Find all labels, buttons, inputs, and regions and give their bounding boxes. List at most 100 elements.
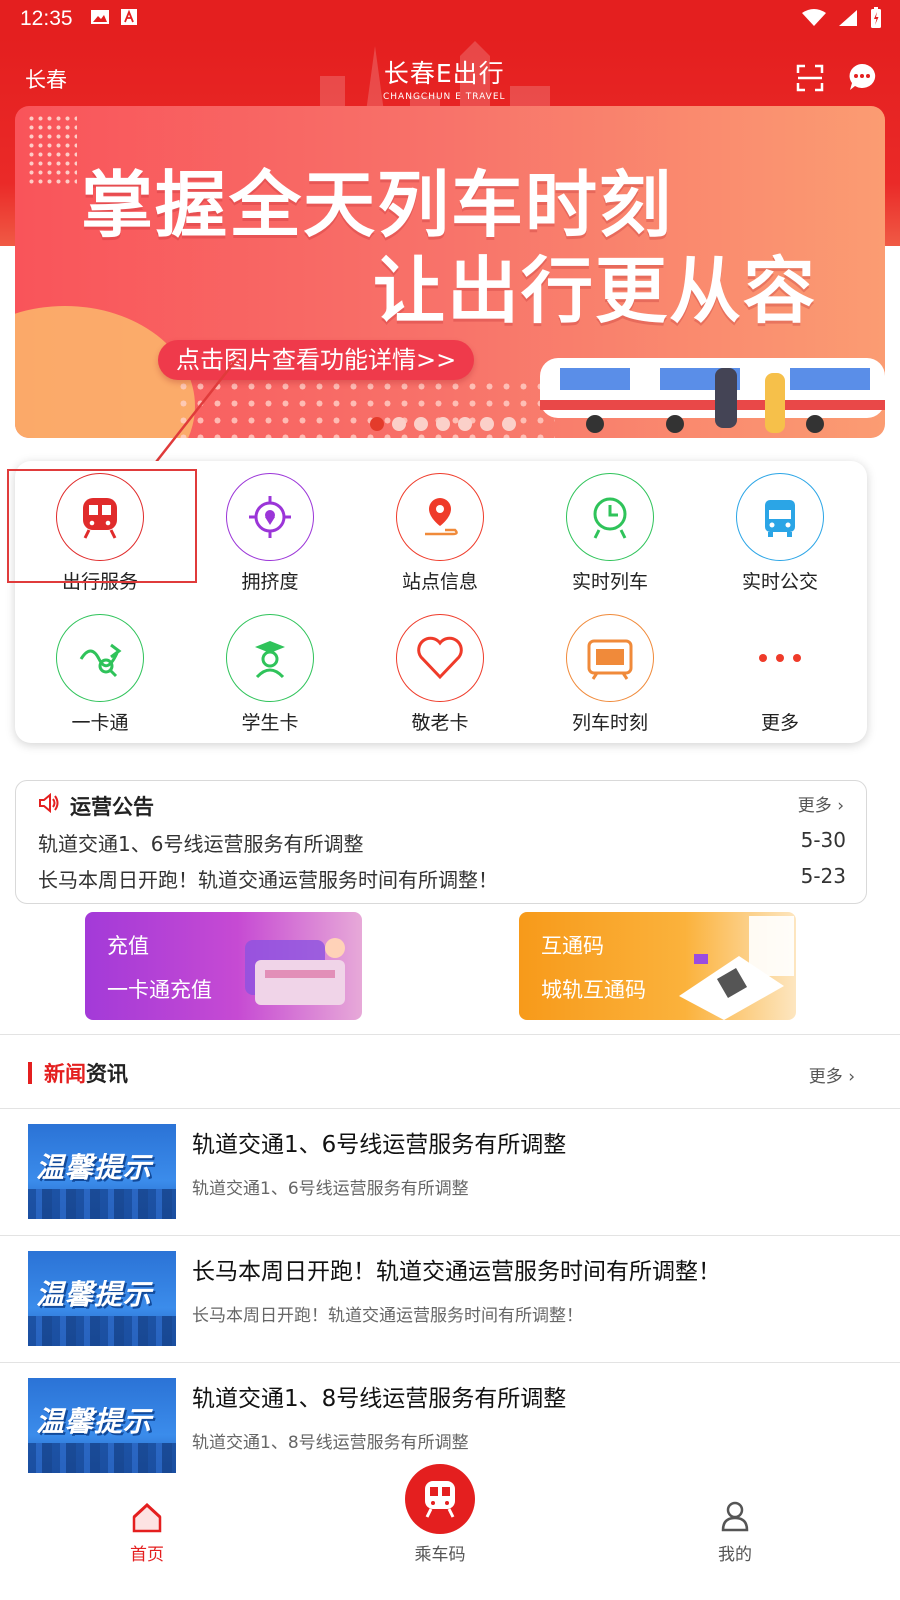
home-icon [132,1502,162,1533]
app-header: 长春 长春E出行 CHANGCHUN E TRAVEL [0,36,900,116]
news-summary: 轨道交通1、8号线运营服务有所调整 [192,1433,469,1453]
news-summary: 轨道交通1、6号线运营服务有所调整 [192,1179,469,1199]
news-title: 长马本周日开跑！轨道交通运营服务时间有所调整！ [192,1259,721,1285]
service-timetable[interactable]: 列车时刻 [535,602,685,734]
train-icon [425,1481,455,1518]
pagination-dot[interactable] [436,417,450,431]
recharge-card[interactable]: 充值 一卡通充值 [85,912,362,1020]
service-realtime-bus[interactable]: 实时公交 [705,461,855,593]
pagination-dot[interactable] [370,417,384,431]
news-title-black: 资讯 [86,1062,128,1086]
nav-label: 首页 [130,1545,164,1565]
train-illustration [540,358,885,433]
speaker-icon [39,793,59,813]
more-label: 更多 [808,1067,843,1087]
service-label: 实时列车 [571,571,648,593]
announcement-date: 5-30 [800,828,846,852]
announcement-text: 轨道交通1、6号线运营服务有所调整 [38,832,364,856]
service-label: 敬老卡 [411,712,469,734]
news-section-title: 新闻资讯 [28,1058,128,1088]
wifi-icon [802,9,826,26]
nav-label: 乘车码 [414,1545,466,1565]
thumbnail-text: 温馨提示 [36,1405,153,1438]
image-notification-icon [91,10,109,24]
news-title: 轨道交通1、6号线运营服务有所调整 [192,1132,567,1158]
service-label: 更多 [760,712,799,734]
battery-icon [871,7,881,28]
service-more[interactable]: 更多 [705,602,855,734]
thumbnail-city-graphic [28,1316,176,1346]
thumbnail-city-graphic [28,1189,176,1219]
pagination-dot[interactable] [392,417,406,431]
status-time: 12:35 [20,7,73,30]
logo-subtext: CHANGCHUN E TRAVEL [383,92,506,102]
app-logo: 长春E出行 CHANGCHUN E TRAVEL [383,54,506,102]
logo-text: 长春E出行 [383,59,505,88]
wallet-illustration [245,938,345,1005]
banner-subheadline: 让出行更从容 [373,249,818,333]
announcement-text: 长马本周日开跑！轨道交通运营服务时间有所调整！ [38,868,498,892]
news-summary: 长马本周日开跑！轨道交通运营服务时间有所调整！ [192,1306,583,1326]
announcement-item[interactable]: 长马本周日开跑！轨道交通运营服务时间有所调整！ 5-23 [38,864,846,893]
message-icon[interactable] [847,62,877,92]
news-title: 轨道交通1、8号线运营服务有所调整 [192,1386,567,1412]
interop-code-card[interactable]: 互通码 城轨互通码 [519,912,796,1020]
timetable-icon [587,639,633,680]
interop-code-subtitle: 城轨互通码 [541,978,646,1002]
service-label: 一卡通 [71,712,129,734]
service-station-info[interactable]: 站点信息 [365,461,515,593]
news-thumbnail: 温馨提示 [28,1251,176,1346]
more-label: 更多 [797,796,832,816]
city-selector[interactable]: 长春 [25,64,67,94]
service-label: 站点信息 [401,571,478,593]
nav-label: 我的 [718,1545,752,1565]
announcement-item[interactable]: 轨道交通1、6号线运营服务有所调整 5-30 [38,828,846,857]
interop-code-title: 互通码 [541,934,604,958]
app-notification-icon [121,9,137,25]
news-thumbnail: 温馨提示 [28,1124,176,1219]
thumbnail-city-graphic [28,1443,176,1473]
recharge-title: 充值 [107,934,149,958]
banner-pagination [370,417,516,431]
pagination-dot[interactable] [458,417,472,431]
announcement-more-link[interactable]: 更多 › [798,791,844,816]
service-label: 学生卡 [241,712,299,734]
banner-dot-pattern [27,114,77,186]
service-label: 列车时刻 [571,712,648,734]
service-label: 实时公交 [741,571,818,593]
news-item[interactable]: 温馨提示 轨道交通1、6号线运营服务有所调整 轨道交通1、6号线运营服务有所调整 [0,1108,900,1233]
service-senior-card[interactable]: 敬老卡 [365,602,515,734]
thumbnail-text: 温馨提示 [36,1151,153,1184]
news-title-red: 新闻 [44,1062,86,1086]
annotation-highlight-box [7,469,197,583]
pagination-dot[interactable] [414,417,428,431]
user-icon [721,1501,749,1532]
service-crowding[interactable]: 拥挤度 [195,461,345,593]
news-more-link[interactable]: 更多 › [809,1062,855,1087]
service-student-card[interactable]: 学生卡 [195,602,345,734]
bus-icon [765,500,795,537]
chevron-right-icon: › [848,1067,855,1087]
chevron-right-icon: › [837,796,844,816]
map-pin-icon [425,498,458,536]
service-realtime-train[interactable]: 实时列车 [535,461,685,593]
pagination-dot[interactable] [480,417,494,431]
target-location-icon [249,496,291,538]
service-transit-card[interactable]: 一卡通 [25,602,175,734]
news-thumbnail: 温馨提示 [28,1378,176,1473]
recharge-subtitle: 一卡通充值 [107,978,212,1002]
service-label: 拥挤度 [241,571,299,593]
scan-icon[interactable] [796,64,824,92]
ride-code-button[interactable] [405,1464,475,1534]
status-bar: 12:35 [0,0,900,36]
news-item[interactable]: 温馨提示 长马本周日开跑！轨道交通运营服务时间有所调整！ 长马本周日开跑！轨道交… [0,1235,900,1360]
clock-train-icon [593,497,627,539]
announcement-date: 5-23 [800,864,846,888]
student-icon [255,641,285,679]
section-marker [28,1062,32,1084]
pagination-dot[interactable] [502,417,516,431]
card-route-icon [79,643,122,678]
thumbnail-text: 温馨提示 [36,1278,153,1311]
announcement-panel: 运营公告 更多 › 轨道交通1、6号线运营服务有所调整 5-30 长马本周日开跑… [15,780,867,904]
section-divider [0,1034,900,1035]
